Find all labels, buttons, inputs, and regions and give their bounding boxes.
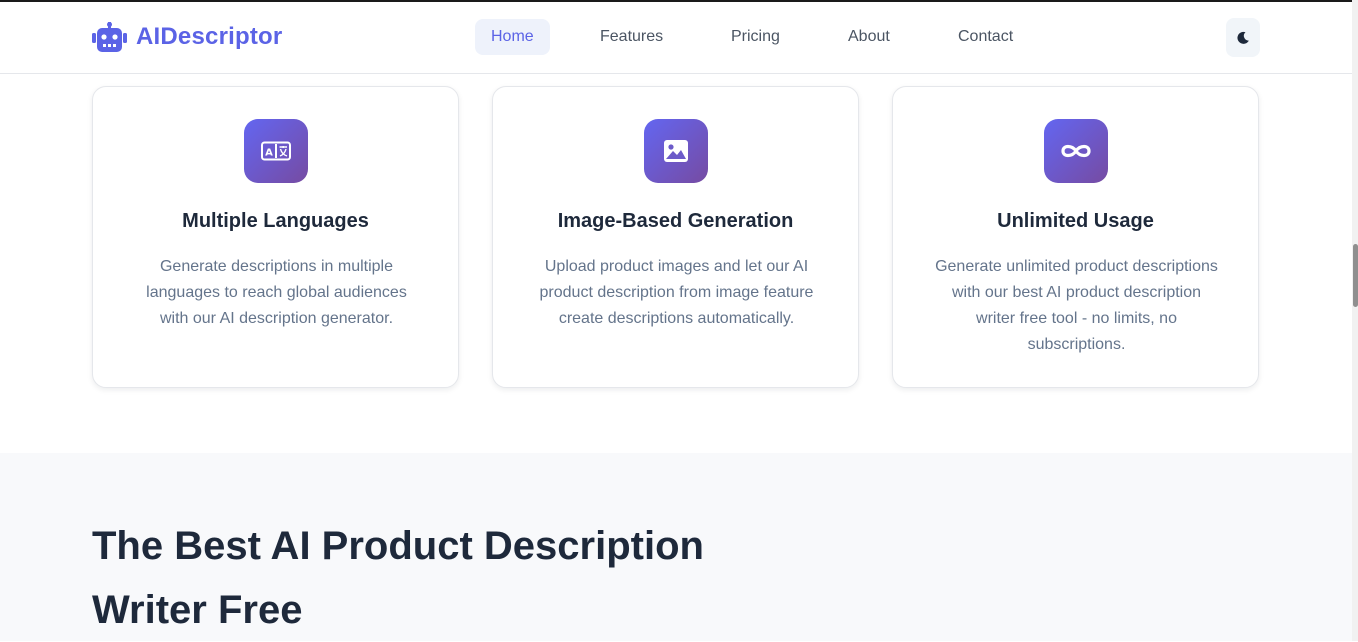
feature-card-languages: A Multiple Languages Generate descriptio…	[92, 86, 459, 388]
feature-icon-box: A	[244, 119, 308, 183]
language-icon: A	[261, 141, 291, 161]
nav-home[interactable]: Home	[475, 19, 550, 55]
nav-pricing[interactable]: Pricing	[731, 19, 780, 55]
feature-description: Generate descriptions in multiple langua…	[146, 258, 407, 327]
scrollbar-thumb[interactable]	[1353, 244, 1358, 307]
page-scrollbar[interactable]	[1352, 0, 1358, 641]
moon-icon	[1237, 31, 1249, 44]
site-header: AIDescriptor Home Features Pricing About…	[0, 2, 1352, 74]
nav-features[interactable]: Features	[600, 19, 663, 55]
feature-description: Upload product images and let our AI pro…	[539, 258, 814, 327]
feature-title: Multiple Languages	[182, 210, 369, 232]
nav-about[interactable]: About	[848, 19, 890, 55]
feature-description: Generate unlimited product descriptions …	[935, 258, 1218, 353]
theme-toggle-button[interactable]	[1226, 18, 1260, 57]
robot-icon	[92, 22, 127, 52]
feature-icon-box	[1044, 119, 1108, 183]
feature-card-image: Image-Based Generation Upload product im…	[492, 86, 859, 388]
feature-icon-box	[644, 119, 708, 183]
infinity-icon	[1061, 144, 1091, 158]
brand-logo[interactable]: AIDescriptor	[92, 21, 282, 53]
section-headline: The Best AI Product Description Writer F…	[92, 524, 704, 632]
brand-name: AIDescriptor	[136, 23, 283, 50]
image-icon	[664, 140, 688, 162]
feature-title: Unlimited Usage	[997, 210, 1154, 232]
feature-card-unlimited: Unlimited Usage Generate unlimited produ…	[892, 86, 1259, 388]
svg-text:A: A	[265, 148, 273, 159]
nav-contact[interactable]: Contact	[958, 19, 1013, 55]
feature-title: Image-Based Generation	[557, 210, 794, 232]
